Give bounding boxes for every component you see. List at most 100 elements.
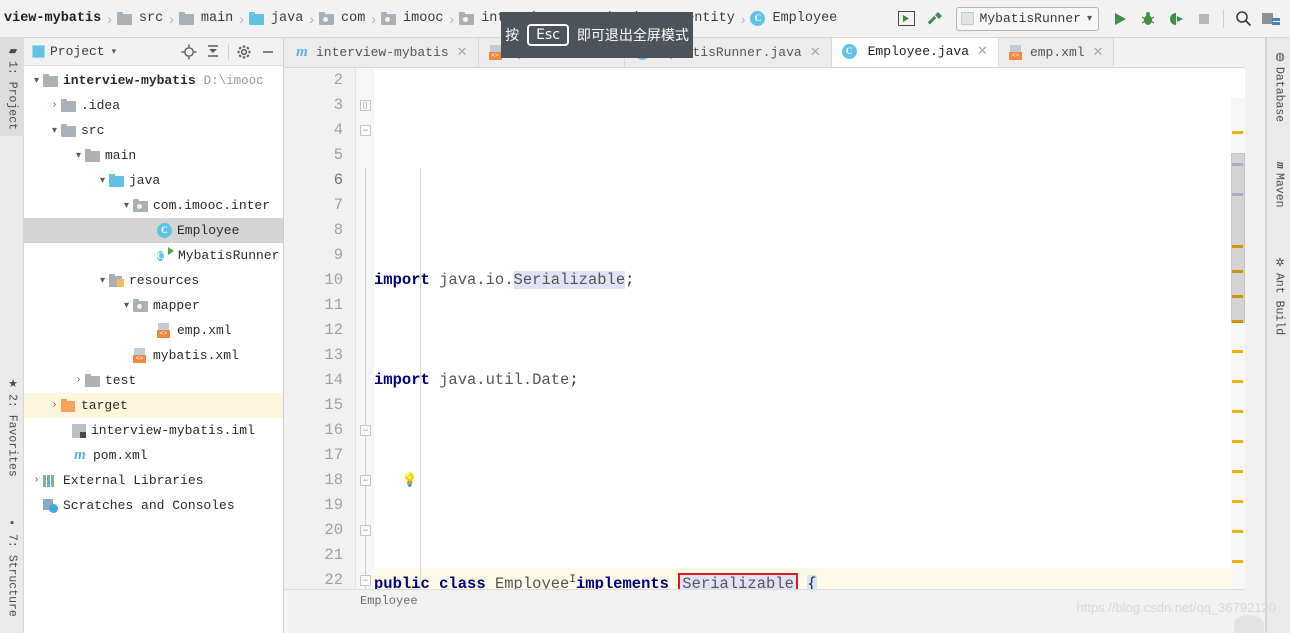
breadcrumb-item-java[interactable]: java: [248, 11, 305, 26]
tree-row-resources[interactable]: ▾ resources: [24, 268, 283, 293]
twisty-icon[interactable]: ▾: [120, 300, 133, 312]
twisty-icon[interactable]: ▾: [96, 275, 109, 287]
warning-marker[interactable]: [1232, 440, 1243, 443]
tree-row-iml[interactable]: interview-mybatis.iml: [24, 418, 283, 443]
project-structure-icon[interactable]: [1258, 6, 1284, 32]
close-icon[interactable]: ✕: [977, 44, 988, 59]
warning-marker[interactable]: [1232, 380, 1243, 383]
twisty-icon[interactable]: ▾: [48, 125, 61, 137]
hide-panel-icon[interactable]: [257, 41, 279, 63]
code-line-4[interactable]: import java.util.Date;: [374, 368, 1245, 393]
locate-target-icon[interactable]: [178, 41, 200, 63]
project-panel-title[interactable]: Project ▾: [28, 44, 116, 59]
tree-row-target[interactable]: › target: [24, 393, 283, 418]
breadcrumb-separator-icon: ›: [309, 10, 315, 27]
sidebar-item-favorites[interactable]: ★ 2: Favorites: [0, 371, 24, 483]
tree-row-interview-mybatis[interactable]: ▾ interview-mybatis D:\imooc: [24, 68, 283, 93]
twisty-icon[interactable]: ›: [48, 400, 61, 411]
editor-breadcrumb-label[interactable]: Employee: [360, 594, 418, 608]
close-icon[interactable]: ✕: [457, 45, 468, 60]
code-line-5[interactable]: 💡: [374, 468, 1245, 493]
tree-row-mybatis-xml[interactable]: <> mybatis.xml: [24, 343, 283, 368]
twisty-icon[interactable]: ▾: [30, 75, 43, 87]
editor-scrollbar-thumb[interactable]: [1231, 153, 1245, 323]
warning-marker[interactable]: [1232, 470, 1243, 473]
warning-marker[interactable]: [1232, 131, 1243, 134]
code-line-2[interactable]: [374, 168, 1245, 193]
fold-marker-setempno[interactable]: −: [360, 525, 371, 536]
tree-row-employee[interactable]: C Employee: [24, 218, 283, 243]
intention-bulb-icon[interactable]: 💡: [402, 473, 418, 488]
sidebar-item-project[interactable]: ▰ 1: Project: [0, 38, 24, 137]
tree-row-java[interactable]: ▾ java: [24, 168, 283, 193]
debug-button[interactable]: [1135, 6, 1161, 32]
sidebar-item-ant-build[interactable]: ✲ Ant Build: [1267, 250, 1290, 341]
library-icon: [43, 474, 58, 487]
right-tool-window-stripe: ◍ Database m Maven ✲ Ant Build: [1266, 38, 1290, 633]
sidebar-item-structure[interactable]: ▪ 7: Structure: [0, 512, 24, 623]
hammer-build-icon[interactable]: [922, 6, 948, 32]
breadcrumb-item-com[interactable]: com: [319, 11, 367, 26]
twisty-icon[interactable]: ▾: [120, 200, 133, 212]
tree-row-test[interactable]: › test: [24, 368, 283, 393]
fold-marker-import-end[interactable]: −: [360, 125, 371, 136]
update-project-icon[interactable]: [894, 6, 920, 32]
tab-emp-xml[interactable]: <> emp.xml ✕: [998, 38, 1115, 67]
tree-row-label: java: [129, 173, 161, 188]
breadcrumb-separator-icon: ›: [371, 10, 377, 27]
breadcrumb-item-src[interactable]: src: [116, 11, 165, 26]
code-folding-gutter[interactable]: ⌷ − − − − −: [356, 68, 374, 611]
twisty-icon[interactable]: ›: [30, 475, 43, 486]
run-configuration-selector[interactable]: MybatisRunner ▾: [955, 6, 1099, 31]
breadcrumb-item-employee[interactable]: C Employee: [750, 11, 839, 26]
tree-row-pom[interactable]: m pom.xml: [24, 443, 283, 468]
tab-employee-java[interactable]: C Employee.java ✕: [831, 38, 999, 67]
twisty-icon[interactable]: ▾: [96, 175, 109, 187]
fold-marker-getempno[interactable]: −: [360, 425, 371, 436]
tree-row-scratches[interactable]: Scratches and Consoles: [24, 493, 283, 518]
tree-row-label: mapper: [153, 298, 200, 313]
tree-row-emp-xml[interactable]: <> emp.xml: [24, 318, 283, 343]
warning-marker[interactable]: [1232, 560, 1243, 563]
module-folder-icon: [43, 74, 58, 87]
warning-marker[interactable]: [1232, 500, 1243, 503]
tree-row-package[interactable]: ▾ com.imooc.inter: [24, 193, 283, 218]
breadcrumb-item-imooc[interactable]: imooc: [381, 11, 446, 26]
warning-marker[interactable]: [1232, 350, 1243, 353]
sidebar-item-database[interactable]: ◍ Database: [1267, 44, 1290, 128]
tab-interview-mybatis[interactable]: m interview-mybatis ✕: [284, 38, 479, 67]
tree-row-external-libraries[interactable]: › External Libraries: [24, 468, 283, 493]
search-icon[interactable]: [1230, 6, 1256, 32]
tree-row-idea[interactable]: › .idea: [24, 93, 283, 118]
close-icon[interactable]: ✕: [810, 45, 821, 60]
twisty-icon[interactable]: ›: [72, 375, 85, 386]
run-with-coverage-button[interactable]: [1163, 6, 1189, 32]
gear-icon[interactable]: [233, 41, 255, 63]
tree-row-mybatisrunner[interactable]: C MybatisRunner: [24, 243, 283, 268]
fold-marker-getempno-end[interactable]: −: [360, 475, 371, 486]
breadcrumb-item-main[interactable]: main: [178, 11, 235, 26]
tree-row-label: src: [81, 123, 105, 138]
run-button[interactable]: [1107, 6, 1133, 32]
twisty-icon[interactable]: ›: [48, 100, 61, 111]
twisty-icon[interactable]: ▾: [72, 150, 85, 162]
warning-marker[interactable]: [1232, 530, 1243, 533]
tree-row-main[interactable]: ▾ main: [24, 143, 283, 168]
tree-row-mapper[interactable]: ▾ mapper: [24, 293, 283, 318]
stop-button[interactable]: [1191, 6, 1217, 32]
code-line-3[interactable]: import java.io.Serializable;: [374, 268, 1245, 293]
code-editor[interactable]: 2 3 4 5 6 7 8 9 10 11 12 13 14 15 16 17 …: [284, 68, 1245, 611]
warning-marker[interactable]: [1232, 410, 1243, 413]
tree-row-src[interactable]: ▾ src: [24, 118, 283, 143]
analysis-marker-gutter[interactable]: [1231, 98, 1245, 593]
tree-row-label: resources: [129, 273, 200, 288]
fold-marker-imports[interactable]: ⌷: [360, 100, 371, 111]
line-number: 5: [333, 146, 343, 164]
code-content[interactable]: import java.io.Serializable; import java…: [374, 68, 1245, 611]
sidebar-item-maven[interactable]: m Maven: [1267, 156, 1290, 213]
collapse-all-icon[interactable]: [202, 41, 224, 63]
close-icon[interactable]: ✕: [1093, 45, 1104, 60]
breadcrumb-item-project[interactable]: view-mybatis: [2, 11, 103, 26]
fold-marker-setempno-end[interactable]: −: [360, 575, 371, 586]
line-number: 17: [324, 446, 343, 464]
